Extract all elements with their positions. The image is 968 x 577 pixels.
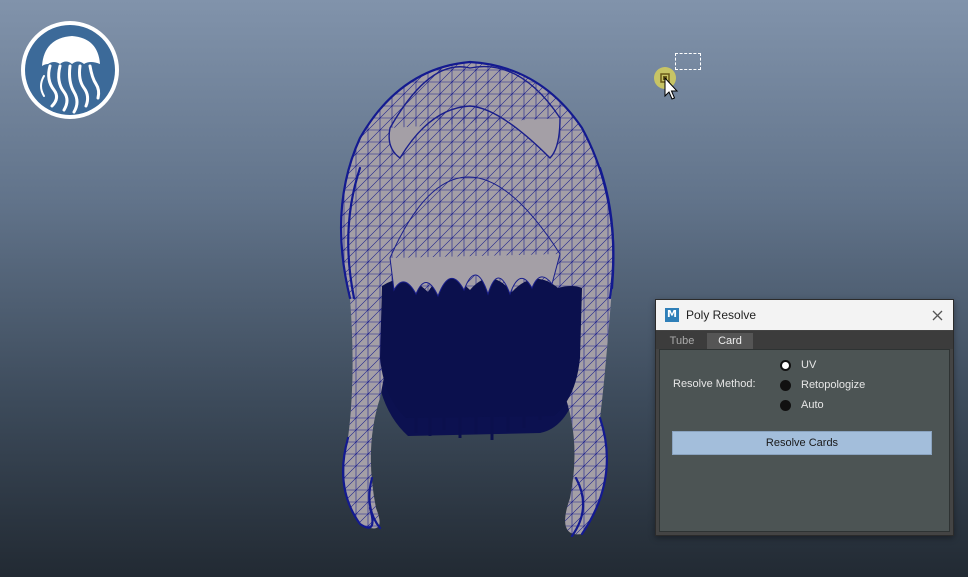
close-button[interactable] <box>927 305 947 325</box>
radio-label: UV <box>801 359 817 371</box>
resolve-method-label: Resolve Method: <box>673 378 756 390</box>
maya-app-icon: M <box>665 308 679 322</box>
radio-unchecked-icon[interactable] <box>780 399 791 411</box>
tab-card[interactable]: Card <box>707 333 753 349</box>
poly-resolve-window: M Poly Resolve Tube Card Resolve Method:… <box>655 299 954 536</box>
radio-label: Auto <box>801 399 824 411</box>
3d-viewport[interactable]: M Poly Resolve Tube Card Resolve Method:… <box>0 0 968 577</box>
title-bar[interactable]: M Poly Resolve <box>656 300 953 330</box>
hair-mesh-wireframe[interactable] <box>320 58 630 543</box>
radio-option-uv[interactable]: UV <box>780 357 816 373</box>
select-cursor-icon <box>654 67 679 100</box>
radio-option-retopologize[interactable]: Retopologize <box>780 377 865 393</box>
resolve-cards-button[interactable]: Resolve Cards <box>672 431 932 455</box>
close-icon <box>932 310 942 320</box>
radio-label: Retopologize <box>801 379 866 391</box>
tab-tube[interactable]: Tube <box>660 333 704 349</box>
card-panel: Resolve Method: UV Retopologize Auto Res… <box>659 349 950 532</box>
tab-bar: Tube Card <box>656 331 953 349</box>
radio-unchecked-icon[interactable] <box>780 379 791 391</box>
radio-checked-icon[interactable] <box>780 359 791 371</box>
jellyfish-logo <box>21 21 119 119</box>
radio-option-auto[interactable]: Auto <box>780 397 824 413</box>
window-title: Poly Resolve <box>686 308 757 322</box>
